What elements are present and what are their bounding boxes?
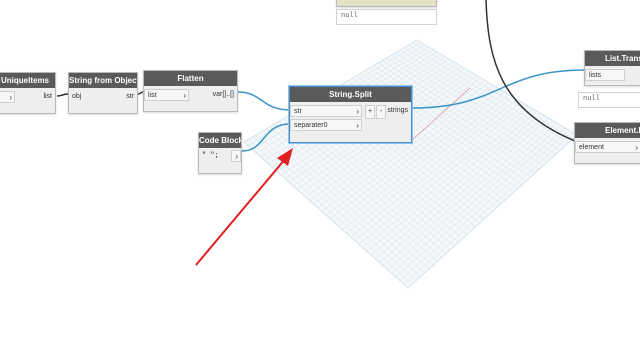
port-label: str	[294, 108, 302, 115]
grid-preview	[243, 39, 578, 289]
node-title: Element.Id	[575, 123, 640, 138]
chevron-right-icon: ›	[635, 143, 638, 152]
node-string-from-object[interactable]: String from Object obj str	[68, 72, 138, 114]
preview-text: null	[583, 95, 600, 103]
node-flatten[interactable]: Flatten list › var[]..[]	[143, 70, 238, 112]
node-title: Code Block	[199, 133, 241, 148]
node-title: List.Transpose	[585, 51, 640, 66]
input-port-element[interactable]: element ›	[575, 141, 640, 153]
top-node-partial[interactable]	[336, 0, 437, 7]
remove-input-button[interactable]: -	[376, 105, 386, 119]
node-string-split[interactable]: String.Split str › separater0 › + - string…	[289, 86, 412, 143]
input-port-lists[interactable]: lists	[585, 69, 625, 81]
node-list-transpose[interactable]: List.Transpose lists	[584, 50, 640, 86]
wire-uniqueitems-to-string	[56, 93, 69, 97]
output-port[interactable]: ›	[231, 150, 241, 162]
output-port-var[interactable]: var[]..[]	[213, 89, 234, 101]
workspace-canvas[interactable]	[0, 0, 640, 343]
input-port-obj[interactable]: obj	[72, 91, 81, 103]
chevron-right-icon: ›	[356, 121, 359, 130]
chevron-right-icon: ›	[183, 91, 186, 100]
node-title: String from Object	[69, 73, 137, 88]
node-title: String.Split	[290, 87, 411, 102]
port-label: separater0	[294, 122, 328, 129]
node-title: Flatten	[144, 71, 237, 86]
node-element-id[interactable]: Element.Id element ›	[574, 122, 640, 164]
node-code-block[interactable]: Code Block " "; ›	[198, 132, 242, 174]
lacing-icon[interactable]: ⁞	[407, 95, 408, 101]
output-port[interactable]: list	[43, 91, 52, 103]
output-port-str[interactable]: str	[126, 91, 134, 103]
node-unique-items[interactable]: UniqueItems › list	[0, 72, 56, 114]
port-label: list	[148, 92, 157, 99]
node-title: UniqueItems	[0, 73, 55, 88]
input-port-separater0[interactable]: separater0 ›	[290, 119, 362, 131]
add-input-button[interactable]: +	[365, 105, 375, 119]
chevron-right-icon: ›	[9, 93, 12, 102]
chevron-right-icon: ›	[235, 152, 238, 161]
output-port-strings[interactable]: strings	[387, 105, 408, 117]
port-label: element	[579, 144, 604, 151]
wire-flatten-to-split	[237, 91, 291, 111]
preview-bubble-top: null	[336, 9, 437, 25]
preview-bubble-right: null	[578, 92, 640, 108]
input-port[interactable]: ›	[0, 91, 15, 103]
chevron-right-icon: ›	[356, 107, 359, 116]
input-port-str[interactable]: str ›	[290, 105, 362, 117]
preview-text: null	[341, 12, 358, 20]
code-text[interactable]: " ";	[202, 150, 219, 162]
input-port-list[interactable]: list ›	[144, 89, 189, 101]
